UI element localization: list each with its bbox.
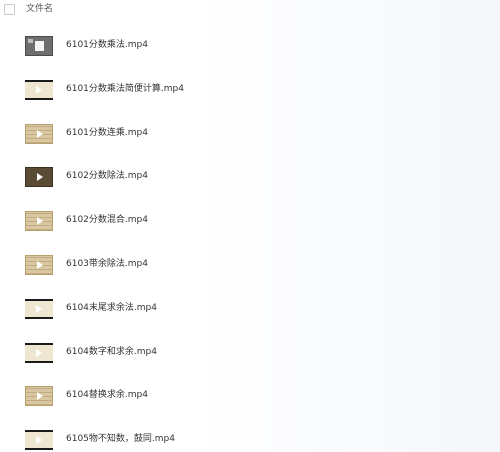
video-thumbnail-icon [25, 386, 53, 407]
list-item[interactable]: 6105物不知数，鼓同.mp4 [0, 421, 500, 452]
video-thumbnail-icon [25, 211, 53, 232]
file-name[interactable]: 6102分数混合.mp4 [66, 213, 148, 227]
file-name[interactable]: 6104数字和求余.mp4 [66, 345, 157, 359]
video-thumbnail-icon [25, 342, 53, 363]
video-thumbnail-icon [25, 254, 53, 275]
list-item[interactable]: 6101分数乘法.mp4 [0, 27, 500, 71]
file-name[interactable]: 6104末尾求余法.mp4 [66, 301, 157, 315]
list-item[interactable]: 6104替换求余.mp4 [0, 377, 500, 421]
select-all-checkbox[interactable] [4, 4, 15, 15]
video-thumbnail-icon [25, 123, 53, 144]
list-item[interactable]: 6102分数除法.mp4 [0, 158, 500, 202]
list-item[interactable]: 6102分数混合.mp4 [0, 202, 500, 246]
file-name[interactable]: 6101分数乘法简便计算.mp4 [66, 82, 184, 96]
file-name[interactable]: 6104替换求余.mp4 [66, 388, 148, 402]
list-item[interactable]: 6101分数乘法简便计算.mp4 [0, 71, 500, 115]
video-thumbnail-icon [25, 430, 53, 451]
video-thumbnail-icon [25, 79, 53, 100]
list-item[interactable]: 6101分数连乘.mp4 [0, 115, 500, 159]
file-list: 6101分数乘法.mp4 6101分数乘法简便计算.mp4 6101分数连乘.m… [0, 27, 500, 452]
file-name[interactable]: 6105物不知数，鼓同.mp4 [66, 432, 175, 446]
video-thumbnail-icon [25, 298, 53, 319]
file-name[interactable]: 6103带余除法.mp4 [66, 257, 148, 271]
filename-column-header[interactable]: 文件名 [26, 2, 53, 16]
file-name[interactable]: 6101分数乘法.mp4 [66, 38, 148, 52]
video-thumbnail-icon [25, 167, 53, 188]
file-browser: 文件名 6101分数乘法.mp4 6101分数乘法简便计算.mp4 6101分数… [0, 0, 500, 452]
list-header: 文件名 [0, 0, 500, 20]
file-name[interactable]: 6102分数除法.mp4 [66, 169, 148, 183]
list-item[interactable]: 6104数字和求余.mp4 [0, 334, 500, 378]
list-item[interactable]: 6104末尾求余法.mp4 [0, 290, 500, 334]
video-thumbnail-icon [25, 36, 53, 56]
file-name[interactable]: 6101分数连乘.mp4 [66, 126, 148, 140]
list-item[interactable]: 6103带余除法.mp4 [0, 246, 500, 290]
